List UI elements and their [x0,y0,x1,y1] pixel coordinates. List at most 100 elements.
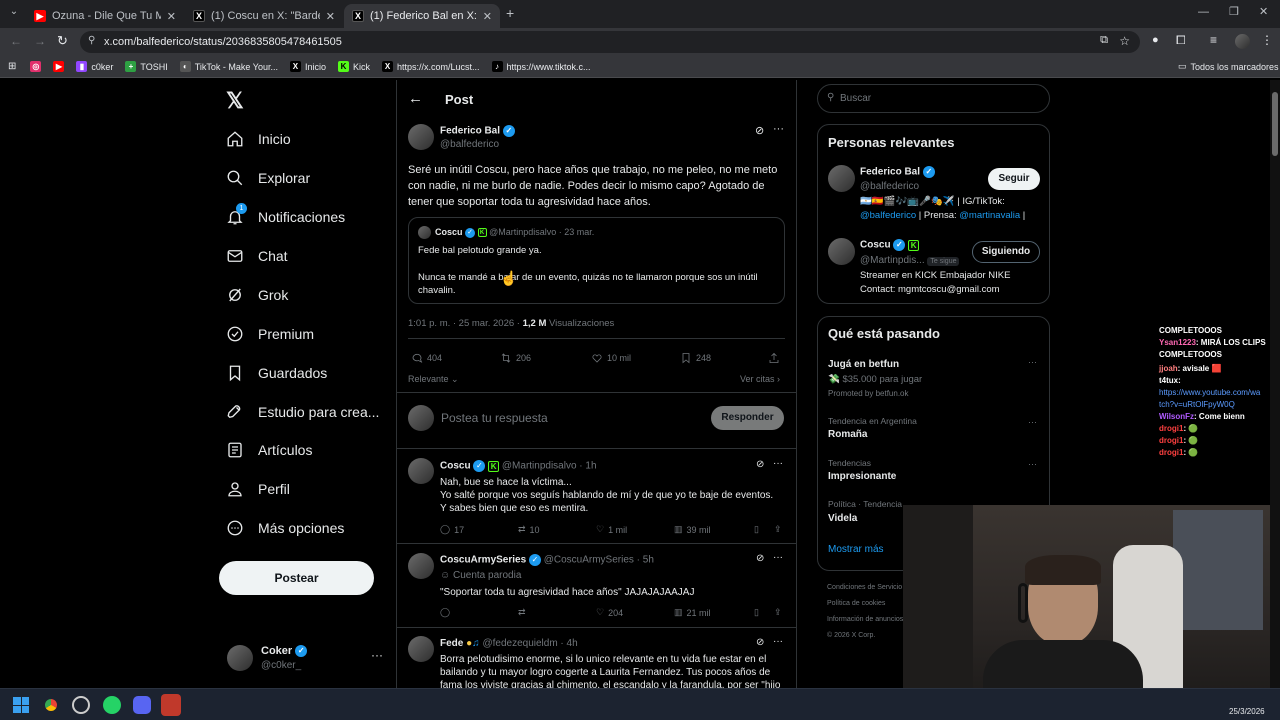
bookmark-action[interactable]: ▯ [754,524,759,535]
nav-articles[interactable]: Artículos [226,441,312,459]
chrome-icon[interactable] [42,696,60,714]
bookmark-tiktok-url[interactable]: ♪ https://www.tiktok.c... [491,61,591,72]
trend-title[interactable]: Videla [828,513,857,524]
person-name[interactable]: Coscu ✓ K [860,239,920,251]
settings-icon[interactable] [72,696,90,714]
forward-icon[interactable]: → [34,34,46,48]
tweet-handle[interactable]: @balfederico [440,139,499,150]
footer-link[interactable]: Información de anuncios [827,612,903,628]
scrollbar-thumb[interactable] [1272,92,1278,156]
close-icon[interactable]: ✕ [483,10,492,23]
retweet-action[interactable]: 206 [500,352,531,364]
bookmark-kick[interactable]: K Kick [337,61,370,72]
account-switcher[interactable]: Coker ✓ @c0ker_ ··· [225,642,385,676]
like-action[interactable]: 10 mil [591,352,631,364]
nav-more[interactable]: Más opciones [226,519,344,537]
minimize-icon[interactable]: — [1198,6,1209,18]
footer-link[interactable]: Política de cookies [827,596,903,612]
more-icon[interactable]: ··· [1028,417,1037,427]
follow-button[interactable]: Seguir [988,168,1040,190]
new-tab-icon[interactable]: + [506,5,514,21]
grok-icon[interactable]: ⊘ [756,459,764,470]
nav-chat[interactable]: Chat [226,247,288,265]
media-icon[interactable]: ≡ [1210,33,1217,47]
grok-icon[interactable]: ⊘ [755,124,764,137]
following-button[interactable]: Siguiendo [972,241,1040,263]
avatar[interactable] [408,124,434,150]
whatsapp-icon[interactable] [103,696,121,714]
bookmark-x-lucst[interactable]: Xhttps://x.com/Lucst... [381,61,480,72]
bookmark-tiktok[interactable]: ◐ TikTok - Make Your... [179,61,278,72]
nav-home[interactable]: Inicio [226,130,291,148]
more-icon[interactable]: ··· [1028,459,1037,469]
address-bar[interactable]: ⚲ x.com/balfederico/status/2036835805478… [80,31,1140,53]
post-button[interactable]: Postear [219,561,374,595]
scrollbar[interactable] [1270,80,1280,688]
retweet-action[interactable]: ⇄ 10 [518,524,540,535]
site-info-icon[interactable]: ⚲ [88,35,95,46]
nav-profile[interactable]: Perfil [226,480,290,498]
tab-0[interactable]: ▶ Ozuna - Dile Que Tu Me Quiere ✕ [26,4,184,28]
more-icon[interactable]: ··· [773,458,783,469]
views-action[interactable]: ▥ 39 mil [674,524,711,535]
extension-icon[interactable]: ● [1152,34,1159,46]
more-icon[interactable]: ··· [773,552,783,563]
window-close-icon[interactable]: ✕ [1259,5,1268,18]
nav-notifications[interactable]: 1 Notificaciones [226,203,345,226]
reply-tweet[interactable]: Fede ●♫ @fedezequieldm · 4h ⊘ ··· Borra … [397,628,796,688]
back-icon[interactable]: ← [10,34,22,48]
windows-start-icon[interactable] [13,697,29,713]
bookmark-inicio[interactable]: X Inicio [289,61,326,72]
nav-creator-studio[interactable]: Estudio para crea... [226,403,379,421]
reply-tweet[interactable]: Coscu ✓ K @Martinpdisalvo · 1h ⊘ ··· Nah… [397,449,796,544]
nav-premium[interactable]: Premium [226,325,314,343]
footer-link[interactable]: Condiciones de Servicio [827,580,903,596]
trend-title[interactable]: Jugá en betfun [828,359,899,370]
apps-icon[interactable]: ⊞ [8,61,16,72]
trend-title[interactable]: Impresionante [828,471,896,482]
more-icon[interactable]: ··· [773,123,784,135]
bookmark-youtube[interactable]: ▶ [53,61,65,72]
bookmark-action[interactable]: ▯ [754,607,759,618]
more-icon[interactable]: ··· [1028,357,1037,367]
person-name[interactable]: Federico Bal ✓ [860,166,935,178]
bookmark-instagram[interactable]: ◎ [30,61,42,72]
nav-explore[interactable]: Explorar [226,169,310,187]
tab-1[interactable]: X (1) Coscu en X: "Bardea, invento ✕ [185,4,343,28]
sort-dropdown[interactable]: Relevante ⌄ [408,374,459,385]
obs-icon[interactable] [161,694,181,716]
bookmark-star-icon[interactable]: ☆ [1119,34,1130,48]
bookmark-action[interactable]: 248 [680,352,711,364]
close-icon[interactable]: ✕ [167,10,176,23]
view-quotes-link[interactable]: Ver citas › [740,374,780,384]
x-logo-icon[interactable]: 𝕏 [226,88,244,114]
show-more-link[interactable]: Mostrar más [828,544,884,555]
bio-link[interactable]: @martinavalia [959,210,1020,221]
extensions-puzzle-icon[interactable]: ⧠ [1176,33,1186,48]
back-arrow-icon[interactable]: ← [408,90,423,107]
restore-icon[interactable]: ❐ [1229,5,1239,18]
like-action[interactable]: ♡ 204 [596,607,623,618]
reply-action[interactable]: ◯ [440,607,450,618]
share-action[interactable] [768,352,780,364]
search-input[interactable]: ⚲ Buscar [817,84,1050,113]
reload-icon[interactable]: ↻ [57,33,68,49]
tab-2[interactable]: X (1) Federico Bal en X: "Seré un in ✕ [344,4,500,28]
menu-icon[interactable]: ⋮ [1261,33,1273,47]
share-action[interactable]: ⇪ [774,607,782,618]
tab-search-icon[interactable]: ⌄ [6,6,22,22]
discord-icon[interactable] [133,696,151,714]
retweet-action[interactable]: ⇄ [518,607,526,618]
trend-title[interactable]: Romaña [828,429,867,440]
avatar[interactable] [828,165,855,192]
nav-grok[interactable]: Grok [226,286,288,304]
grok-icon[interactable]: ⊘ [756,637,764,648]
reply-action[interactable]: ◯ 17 [440,524,464,535]
nav-bookmarks[interactable]: Guardados [226,364,327,382]
like-action[interactable]: ♡ 1 mil [596,524,627,535]
close-icon[interactable]: ✕ [326,10,335,23]
reply-button[interactable]: Responder [711,406,784,430]
install-icon[interactable]: ⧉ [1100,34,1108,47]
grok-icon[interactable]: ⊘ [756,553,764,564]
views-action[interactable]: ▥ 21 mil [674,607,711,618]
